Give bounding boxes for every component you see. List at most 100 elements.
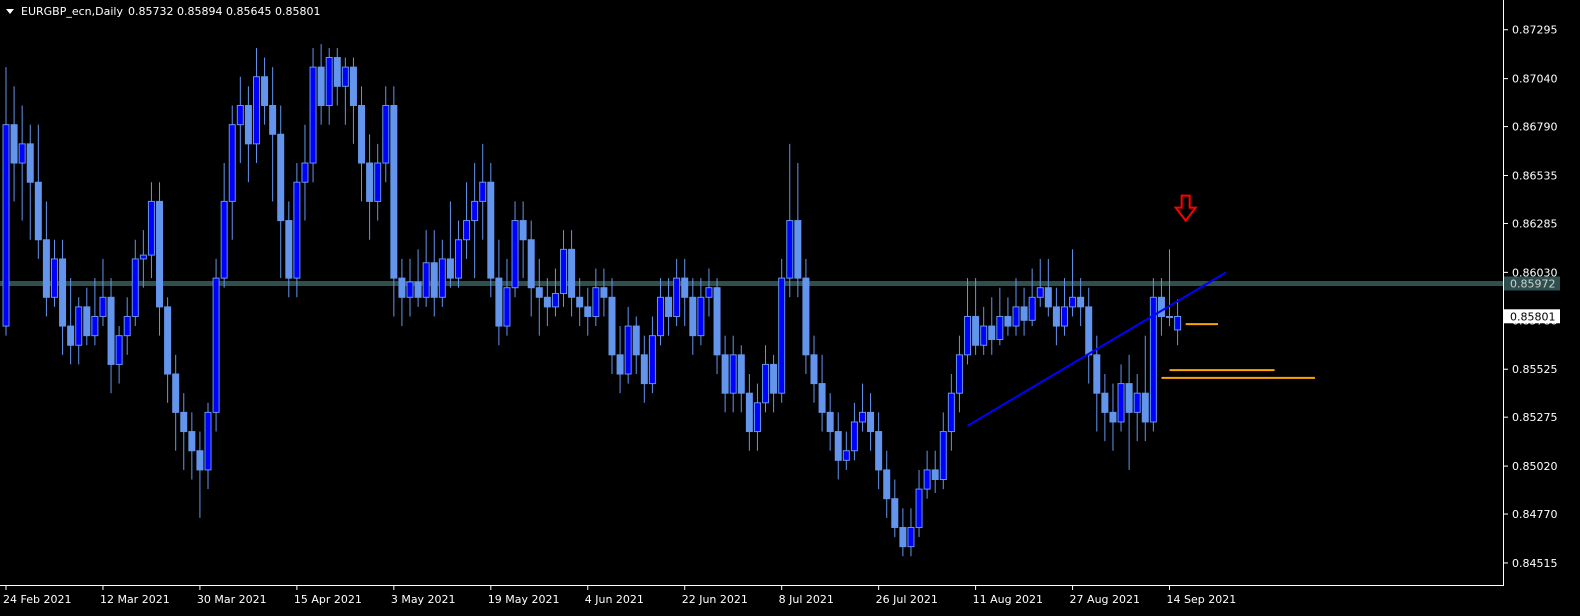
bear-candle-body xyxy=(164,306,172,375)
bear-candle-body xyxy=(430,262,438,298)
price-tick-label: 0.85275 xyxy=(1512,411,1558,424)
bear-candle-body xyxy=(277,133,285,222)
bear-candle-body xyxy=(665,296,673,317)
bull-candle-body xyxy=(406,281,414,298)
bear-candle-body xyxy=(366,162,374,202)
bull-candle-body xyxy=(228,124,236,202)
bear-candle-body xyxy=(107,296,115,365)
bull-candle-body xyxy=(842,450,850,461)
time-tick-label: 22 Jun 2021 xyxy=(682,593,748,606)
bull-candle-body xyxy=(915,488,923,528)
bull-candle-body xyxy=(471,200,479,222)
bull-candle-body xyxy=(341,66,349,87)
bear-candle-body xyxy=(1093,354,1101,394)
chart-background xyxy=(0,0,1580,616)
bear-candle-body xyxy=(584,306,592,317)
bear-candle-body xyxy=(745,392,753,433)
bear-candle-body xyxy=(681,277,689,298)
bear-candle-body xyxy=(543,296,551,308)
current-price-label: 0.85801 xyxy=(1510,310,1556,323)
price-tick-label: 0.84770 xyxy=(1512,508,1558,521)
bull-candle-body xyxy=(131,258,139,317)
bull-candle-body xyxy=(762,363,770,404)
bear-candle-body xyxy=(1044,287,1052,308)
chart-header: EURGBP_ecn,Daily 0.85732 0.85894 0.85645… xyxy=(6,5,320,18)
bear-candle-body xyxy=(713,287,721,356)
bear-candle-body xyxy=(244,104,252,145)
bear-candle-body xyxy=(1157,296,1165,317)
bull-candle-body xyxy=(778,277,786,394)
price-tick-label: 0.86790 xyxy=(1512,121,1558,134)
bear-candle-body xyxy=(156,200,164,308)
bull-candle-body xyxy=(1069,296,1077,308)
price-tick-label: 0.86285 xyxy=(1512,217,1558,230)
bear-candle-body xyxy=(616,354,624,375)
bear-candle-body xyxy=(535,287,543,298)
bull-candle-body xyxy=(2,124,10,327)
bull-candle-body xyxy=(697,296,705,337)
bear-candle-body xyxy=(1052,306,1060,327)
bear-candle-body xyxy=(414,281,422,298)
bear-candle-body xyxy=(600,287,608,298)
bull-candle-body xyxy=(325,57,333,106)
bull-candle-body xyxy=(479,181,487,202)
candle xyxy=(778,258,786,403)
bear-candle-body xyxy=(867,411,875,433)
bear-candle-body xyxy=(972,315,980,346)
ohlc-label: 0.85732 0.85894 0.85645 0.85801 xyxy=(128,5,320,18)
bull-candle-body xyxy=(996,315,1004,340)
time-tick-label: 26 Jul 2021 xyxy=(876,593,938,606)
bear-candle-body xyxy=(640,354,648,385)
bull-candle-body xyxy=(964,315,972,356)
bear-candle-body xyxy=(26,143,34,183)
bear-candle-body xyxy=(883,469,891,500)
time-tick-label: 8 Jul 2021 xyxy=(779,593,834,606)
bull-candle-body xyxy=(212,277,220,413)
bull-candle-body xyxy=(648,335,656,385)
bull-candle-body xyxy=(705,287,713,298)
price-chart[interactable]: 0.872950.870400.867900.865350.862850.860… xyxy=(0,0,1580,616)
bear-candle-body xyxy=(519,220,527,241)
bear-candle-body xyxy=(1101,392,1109,413)
bear-candle-body xyxy=(802,277,810,356)
bear-candle-body xyxy=(875,431,883,471)
bull-candle-body xyxy=(786,220,794,279)
bull-candle-body xyxy=(673,277,681,317)
bear-candle-body xyxy=(285,220,293,279)
bull-candle-body xyxy=(592,287,600,317)
bull-candle-body xyxy=(236,104,244,126)
bull-candle-body xyxy=(729,354,737,394)
time-tick-label: 19 May 2021 xyxy=(488,593,560,606)
bull-candle-body xyxy=(955,354,963,394)
bull-candle-body xyxy=(624,325,632,375)
bear-candle-body xyxy=(931,469,939,481)
bull-candle-body xyxy=(50,258,58,298)
bull-candle-body xyxy=(309,66,317,164)
bear-candle-body xyxy=(269,104,277,135)
bull-candle-body xyxy=(1174,315,1182,331)
time-tick-label: 15 Apr 2021 xyxy=(294,593,362,606)
bull-candle-body xyxy=(1166,315,1174,318)
bull-candle-body xyxy=(99,296,107,317)
bull-candle-body xyxy=(907,526,915,548)
bear-candle-body xyxy=(899,526,907,548)
bull-candle-body xyxy=(75,306,83,346)
bear-candle-body xyxy=(891,498,899,528)
bull-candle-body xyxy=(858,411,866,423)
bull-candle-body xyxy=(923,469,931,490)
bear-candle-body xyxy=(1020,306,1028,321)
bull-candle-body xyxy=(204,411,212,471)
bull-candle-body xyxy=(147,200,155,256)
bull-candle-body xyxy=(463,220,471,241)
symbol-label: EURGBP_ecn,Daily xyxy=(21,5,123,18)
bull-candle-body xyxy=(293,181,301,279)
bull-candle-body xyxy=(438,258,446,298)
bull-candle-body xyxy=(850,421,858,452)
candle xyxy=(212,258,220,432)
candle xyxy=(1149,278,1157,432)
bear-candle-body xyxy=(333,57,341,87)
bull-candle-body xyxy=(382,104,390,164)
bear-candle-body xyxy=(172,373,180,413)
bull-candle-body xyxy=(1012,306,1020,327)
bear-candle-body xyxy=(1085,306,1093,356)
